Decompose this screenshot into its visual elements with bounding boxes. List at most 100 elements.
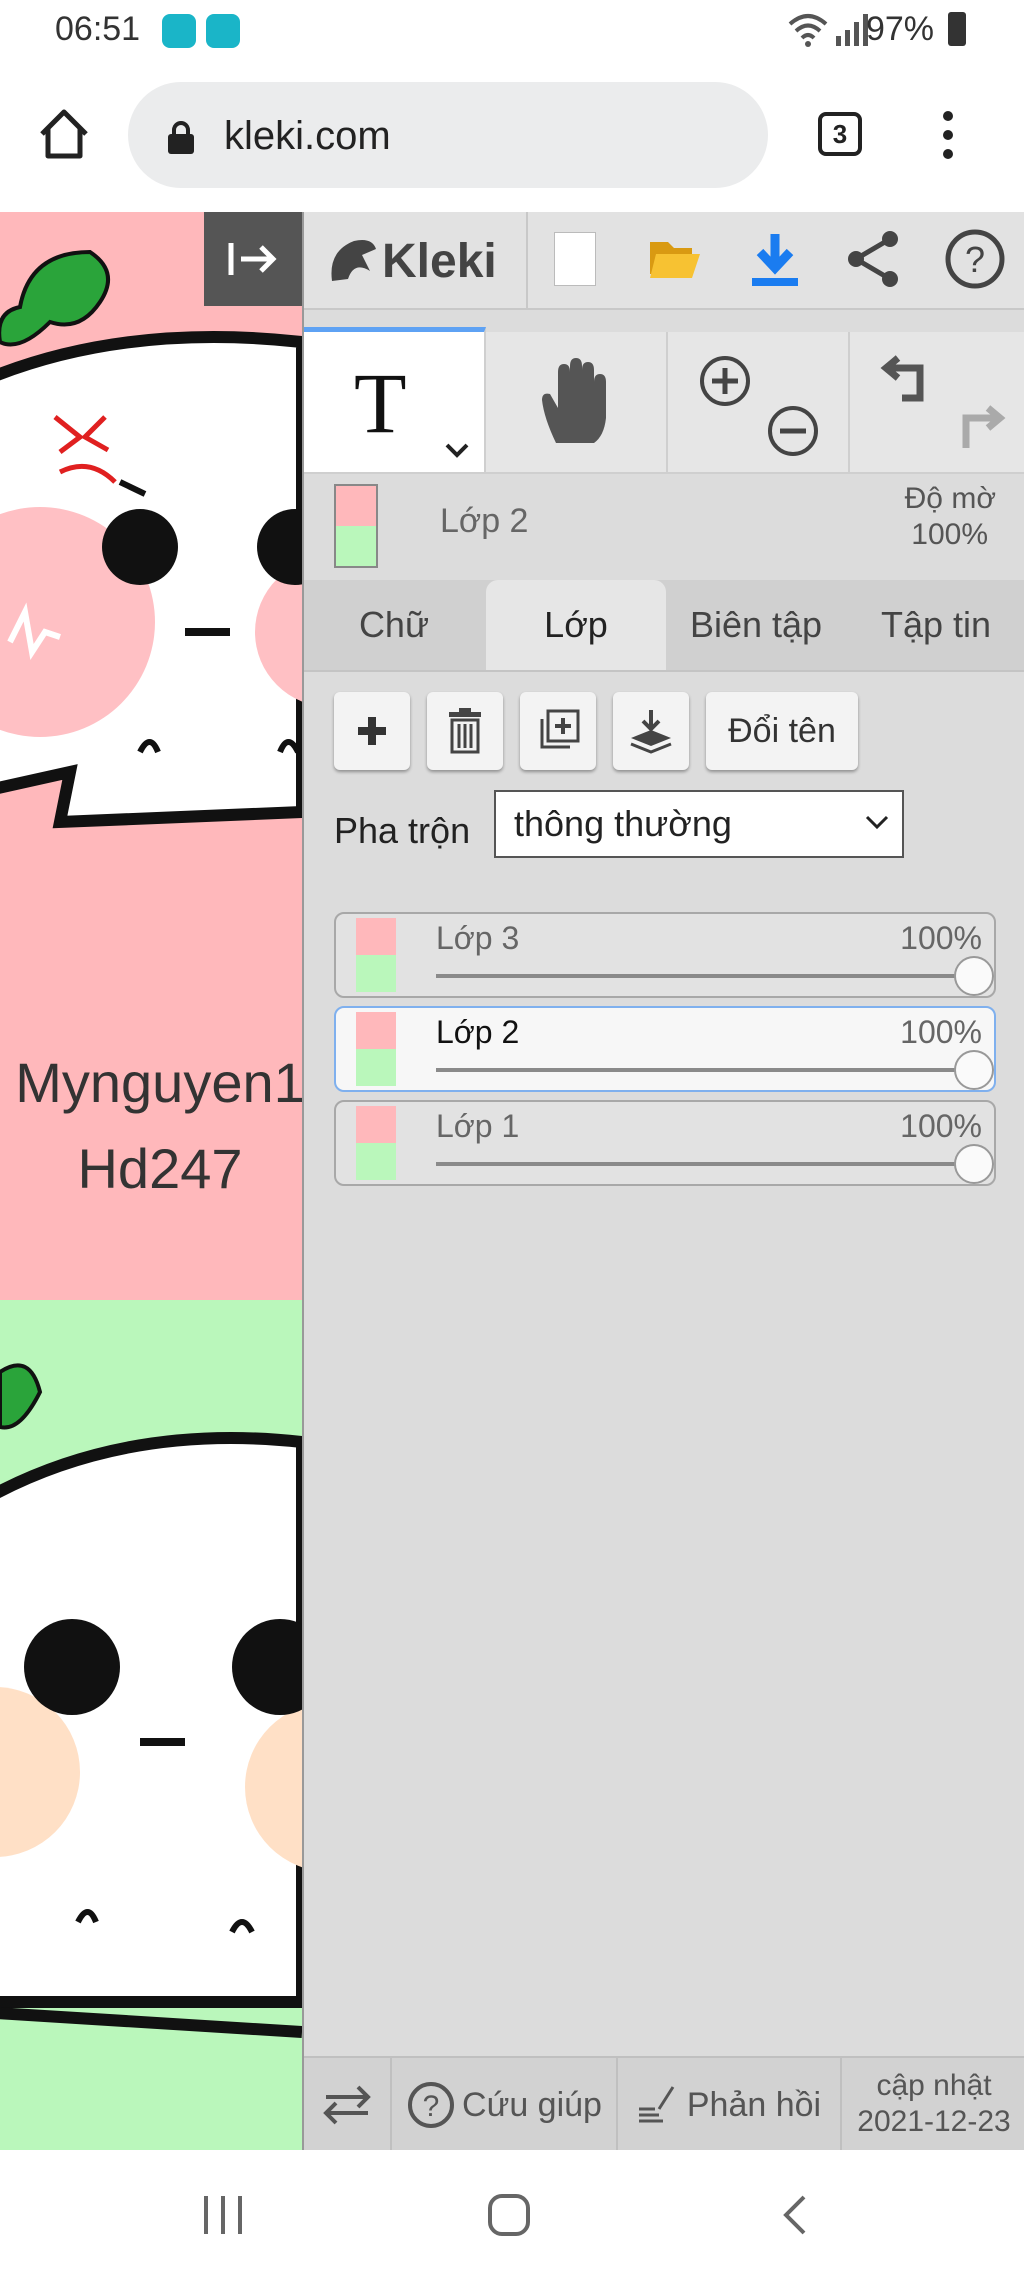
hand-tool-button[interactable] bbox=[486, 332, 668, 472]
zoom-tools bbox=[668, 332, 850, 472]
layer-name: Lớp 2 bbox=[436, 1014, 520, 1050]
current-layer-name: Lớp 2 bbox=[440, 502, 529, 540]
lock-icon bbox=[166, 120, 196, 161]
kleki-logo: Kleki bbox=[324, 226, 497, 296]
app-notification-icon bbox=[162, 14, 196, 48]
arrow-to-right-icon bbox=[228, 243, 277, 275]
layer-opacity-track[interactable] bbox=[436, 1162, 971, 1166]
feedback-button[interactable]: Phản hồi bbox=[618, 2058, 842, 2152]
current-layer-thumbnail bbox=[334, 484, 378, 568]
rename-layer-button[interactable]: Đổi tên bbox=[706, 692, 858, 770]
drawing-canvas[interactable]: Mynguyen1 Hd247 bbox=[0, 212, 302, 2150]
delete-layer-button[interactable] bbox=[427, 692, 503, 770]
merge-down-button[interactable] bbox=[613, 692, 689, 770]
wifi-icon bbox=[786, 10, 830, 55]
feedback-pen-icon bbox=[638, 2086, 675, 2123]
collapse-panel-button[interactable] bbox=[204, 212, 302, 306]
tool-row: T bbox=[304, 327, 1024, 474]
system-navigation-bar bbox=[0, 2150, 1024, 2276]
update-date: 2021-12-23 bbox=[857, 2105, 1011, 2138]
layer-opacity-slider[interactable] bbox=[954, 1144, 994, 1184]
panel-tabs: Chữ Lớp Biên tập Tập tin bbox=[304, 580, 1024, 672]
text-tool-icon: T bbox=[354, 355, 407, 451]
blend-mode-value: thông thường bbox=[514, 803, 732, 844]
tab-edit[interactable]: Biên tập bbox=[666, 580, 846, 670]
layer-item-1[interactable]: Lớp 1 100% bbox=[334, 1100, 996, 1186]
browser-toolbar: kleki.com 3 bbox=[0, 62, 1024, 212]
add-layer-button[interactable] bbox=[334, 692, 410, 770]
app-header: Kleki ? bbox=[304, 212, 1024, 310]
help-label: Cứu giúp bbox=[462, 2085, 602, 2124]
plus-icon bbox=[358, 717, 386, 745]
opacity-value: 100% bbox=[911, 518, 988, 551]
help-icon[interactable]: ? bbox=[944, 228, 1006, 295]
tab-file[interactable]: Tập tin bbox=[846, 580, 1024, 670]
open-folder-icon[interactable] bbox=[648, 234, 702, 287]
more-menu-icon[interactable] bbox=[940, 110, 956, 165]
tab-switcher-button[interactable]: 3 bbox=[818, 112, 862, 156]
layer-item-3[interactable]: Lớp 3 100% bbox=[334, 912, 996, 998]
zoom-in-icon[interactable] bbox=[698, 354, 752, 408]
recent-apps-icon[interactable] bbox=[200, 2194, 246, 2236]
status-bar: 06:51 97% bbox=[0, 0, 1024, 62]
svg-text:?: ? bbox=[423, 2090, 440, 2123]
layer-opacity-track[interactable] bbox=[436, 974, 971, 978]
home-icon[interactable] bbox=[36, 106, 92, 167]
layers-panel: Đổi tên Pha trộn thông thường Lớp 3 100%… bbox=[304, 672, 1024, 2072]
chevron-down-icon bbox=[865, 815, 889, 830]
layer-opacity-slider[interactable] bbox=[954, 956, 994, 996]
url-text: kleki.com bbox=[224, 114, 391, 158]
trash-icon bbox=[449, 708, 481, 754]
tab-count: 3 bbox=[832, 119, 848, 149]
blend-mode-select[interactable]: thông thường bbox=[494, 790, 904, 858]
layer-opacity: 100% bbox=[900, 920, 982, 956]
signal-icon bbox=[834, 12, 870, 53]
layer-opacity: 100% bbox=[900, 1014, 982, 1050]
share-icon[interactable] bbox=[846, 230, 900, 293]
swap-arrows-icon bbox=[323, 2085, 371, 2125]
status-time: 06:51 bbox=[55, 10, 141, 48]
app-notification-icon bbox=[206, 14, 240, 48]
duplicate-layer-button[interactable] bbox=[520, 692, 596, 770]
opacity-label: Độ mờ bbox=[904, 482, 996, 515]
undo-icon[interactable] bbox=[880, 352, 936, 404]
layer-opacity: 100% bbox=[900, 1108, 982, 1144]
merge-down-icon bbox=[630, 710, 672, 754]
layer-thumbnail bbox=[356, 1012, 396, 1086]
side-panel: Kleki ? T Lớp 2 Độ mờ 100% Chữ Lớp Biên … bbox=[302, 212, 1024, 2152]
question-circle-icon: ? bbox=[408, 2082, 455, 2128]
panel-footer: ? Cứu giúp Phản hồi cập nhật 2021-12-23 bbox=[304, 2056, 1024, 2152]
layer-opacity-slider[interactable] bbox=[954, 1050, 994, 1090]
layer-name: Lớp 3 bbox=[436, 920, 520, 956]
zoom-out-icon[interactable] bbox=[766, 404, 820, 458]
layer-thumbnail bbox=[356, 918, 396, 992]
tab-text[interactable]: Chữ bbox=[304, 580, 484, 670]
layer-item-2[interactable]: Lớp 2 100% bbox=[334, 1006, 996, 1092]
kleki-logo-text: Kleki bbox=[382, 234, 497, 288]
chevron-down-icon[interactable] bbox=[444, 442, 470, 458]
kleki-logo-icon bbox=[331, 240, 376, 281]
new-file-icon[interactable] bbox=[554, 232, 596, 286]
battery-icon bbox=[948, 12, 966, 46]
back-icon[interactable] bbox=[780, 2194, 810, 2236]
url-bar[interactable]: kleki.com bbox=[128, 82, 768, 188]
blend-mode-label: Pha trộn bbox=[334, 810, 471, 851]
home-nav-icon[interactable] bbox=[486, 2192, 532, 2238]
history-tools bbox=[850, 332, 1024, 472]
duplicate-icon bbox=[540, 709, 580, 749]
help-button[interactable]: ? Cứu giúp bbox=[392, 2058, 618, 2152]
hand-icon bbox=[542, 358, 606, 443]
layer-name: Lớp 1 bbox=[436, 1108, 520, 1144]
battery-text: 97% bbox=[865, 10, 934, 48]
feedback-label: Phản hồi bbox=[686, 2085, 822, 2124]
canvas-watermark-line1: Mynguyen1 bbox=[15, 1051, 302, 1114]
svg-text:?: ? bbox=[965, 239, 985, 280]
redo-icon[interactable] bbox=[950, 402, 1006, 454]
current-layer-info: Lớp 2 Độ mờ 100% bbox=[304, 474, 1024, 574]
text-tool-button[interactable]: T bbox=[304, 327, 486, 472]
update-label: cập nhật bbox=[876, 2069, 992, 2102]
layer-opacity-track[interactable] bbox=[436, 1068, 971, 1072]
swap-side-button[interactable] bbox=[304, 2058, 392, 2152]
download-icon[interactable] bbox=[750, 230, 800, 293]
tab-layers[interactable]: Lớp bbox=[486, 580, 666, 670]
